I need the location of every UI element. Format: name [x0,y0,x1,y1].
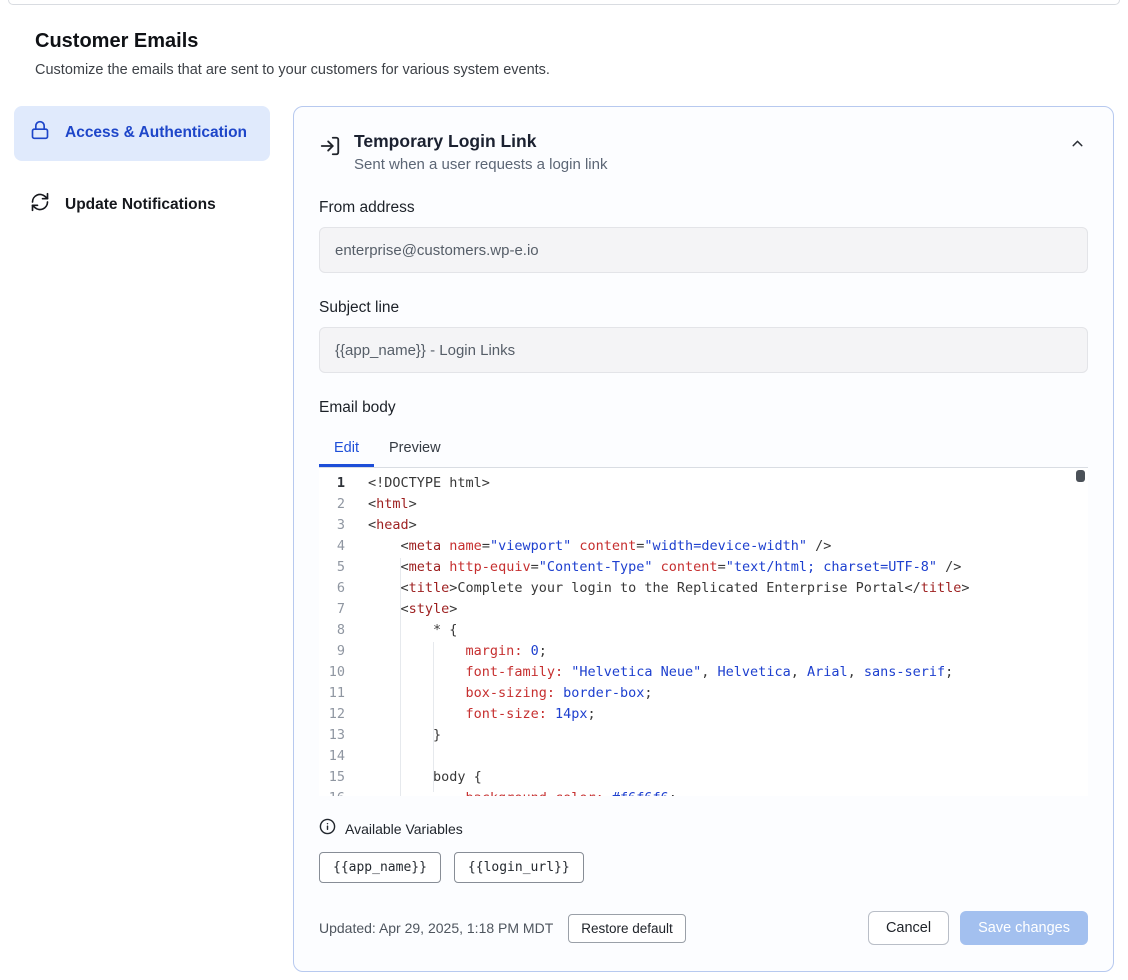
lock-icon [30,120,50,147]
code-line[interactable]: 6 <title>Complete your login to the Repl… [319,578,1088,599]
code-line[interactable]: 4 <meta name="viewport" content="width=d… [319,536,1088,557]
from-address-input[interactable] [319,227,1088,273]
temporary-login-link-card: Temporary Login Link Sent when a user re… [293,106,1114,972]
code-text [345,746,368,767]
line-number: 10 [319,662,345,683]
card-header: Temporary Login Link Sent when a user re… [319,131,1088,173]
line-number: 9 [319,641,345,662]
code-text: <meta name="viewport" content="width=dev… [345,536,831,557]
code-line[interactable]: 1<!DOCTYPE html> [319,473,1088,494]
code-text: <meta http-equiv="Content-Type" content=… [345,557,961,578]
card-footer: Updated: Apr 29, 2025, 1:18 PM MDT Resto… [319,911,1088,945]
variable-chip-login-url[interactable]: {{login_url}} [454,852,584,883]
line-number: 5 [319,557,345,578]
subject-line-label: Subject line [319,299,1088,317]
code-line[interactable]: 10 font-family: "Helvetica Neue", Helvet… [319,662,1088,683]
page-subtitle: Customize the emails that are sent to yo… [35,62,1114,78]
line-number: 6 [319,578,345,599]
code-line[interactable]: 2<html> [319,494,1088,515]
line-number: 2 [319,494,345,515]
code-text: <html> [345,494,417,515]
code-line[interactable]: 8 * { [319,620,1088,641]
code-line[interactable]: 5 <meta http-equiv="Content-Type" conten… [319,557,1088,578]
code-text: <head> [345,515,417,536]
refresh-icon [30,192,50,219]
code-text: <style> [345,599,457,620]
email-types-sidebar: Access & Authentication Update Notificat… [14,106,270,233]
variable-chip-app-name[interactable]: {{app_name}} [319,852,441,883]
tab-edit[interactable]: Edit [319,431,374,467]
code-text: <title>Complete your login to the Replic… [345,578,970,599]
code-text: font-family: "Helvetica Neue", Helvetica… [345,662,953,683]
variable-chips: {{app_name}} {{login_url}} [319,852,1088,883]
updated-timestamp: Updated: Apr 29, 2025, 1:18 PM MDT [319,920,553,936]
info-icon[interactable] [319,818,336,840]
sidebar-item-update-notifications[interactable]: Update Notifications [14,178,270,233]
indent-guide [400,558,401,796]
available-variables-label: Available Variables [345,821,463,837]
editor-tabs: Edit Preview [319,431,1088,468]
available-variables-row: Available Variables [319,818,1088,840]
customer-emails-page: Customer Emails Customize the emails tha… [0,30,1128,972]
cancel-button[interactable]: Cancel [868,911,949,945]
sidebar-item-label: Update Notifications [65,195,216,216]
from-address-label: From address [319,199,1088,217]
code-line[interactable]: 14 [319,746,1088,767]
line-number: 4 [319,536,345,557]
collapse-section-button[interactable] [1067,131,1088,159]
line-number: 7 [319,599,345,620]
sidebar-item-label: Access & Authentication [65,123,247,144]
code-text: margin: 0; [345,641,547,662]
line-number: 14 [319,746,345,767]
line-number: 11 [319,683,345,704]
code-text: font-size: 14px; [345,704,596,725]
code-line[interactable]: 3<head> [319,515,1088,536]
code-line[interactable]: 16 background-color: #f6f6f6; [319,788,1088,796]
email-body-editor[interactable]: 1<!DOCTYPE html>2<html>3<head>4 <meta na… [319,468,1088,796]
code-line[interactable]: 9 margin: 0; [319,641,1088,662]
previous-card-bottom-edge [8,0,1120,5]
code-line[interactable]: 12 font-size: 14px; [319,704,1088,725]
code-line[interactable]: 7 <style> [319,599,1088,620]
code-text: <!DOCTYPE html> [345,473,490,494]
line-number: 1 [319,473,345,494]
line-number: 15 [319,767,345,788]
sidebar-item-access-authentication[interactable]: Access & Authentication [14,106,270,161]
code-text: } [345,725,441,746]
restore-default-button[interactable]: Restore default [568,914,686,943]
page-title: Customer Emails [35,30,1114,53]
login-icon [319,135,341,162]
line-number: 13 [319,725,345,746]
editor-scrollbar-thumb[interactable] [1076,470,1085,482]
card-title: Temporary Login Link [354,131,607,152]
line-number: 12 [319,704,345,725]
line-number: 16 [319,788,345,796]
code-text: body { [345,767,482,788]
code-lines: 1<!DOCTYPE html>2<html>3<head>4 <meta na… [319,473,1088,796]
subject-line-input[interactable] [319,327,1088,373]
code-line[interactable]: 15 body { [319,767,1088,788]
save-changes-button[interactable]: Save changes [960,911,1088,945]
code-line[interactable]: 11 box-sizing: border-box; [319,683,1088,704]
code-text: box-sizing: border-box; [345,683,653,704]
code-text: background-color: #f6f6f6; [345,788,677,796]
line-number: 8 [319,620,345,641]
code-line[interactable]: 13 } [319,725,1088,746]
email-body-label: Email body [319,399,1088,417]
indent-guide [433,642,434,792]
card-subtitle: Sent when a user requests a login link [354,156,607,173]
chevron-up-icon [1069,140,1086,155]
line-number: 3 [319,515,345,536]
tab-preview[interactable]: Preview [374,431,456,467]
code-text: * { [345,620,457,641]
